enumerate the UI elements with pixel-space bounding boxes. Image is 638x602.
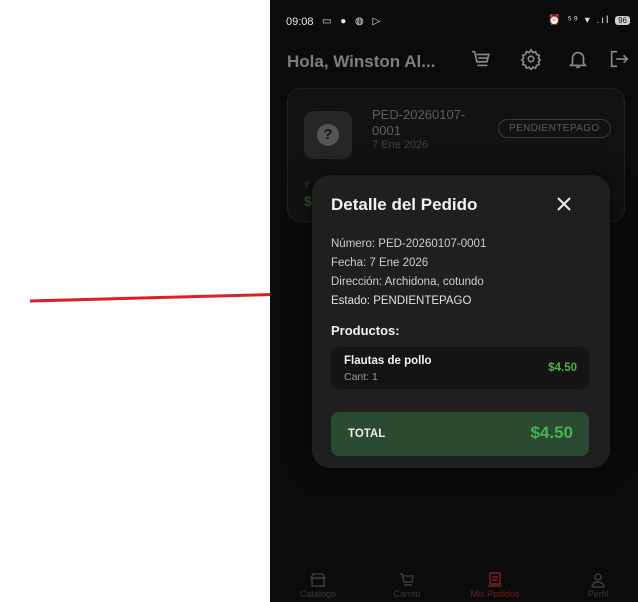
bell-icon[interactable] [567, 48, 593, 74]
cart-icon [367, 572, 447, 588]
order-total-amount: $ [304, 193, 312, 209]
status-badge: PENDIENTEPAGO [498, 119, 611, 138]
total-box: TOTAL $4.50 [331, 412, 589, 456]
nav-item-profile[interactable]: Perfil [558, 572, 638, 599]
profile-icon [558, 572, 638, 588]
logout-icon[interactable] [608, 48, 634, 74]
order-date: 7 Ene 2026 [372, 139, 429, 151]
total-label: TOTAL [348, 428, 386, 440]
signal-icons: ⏰ ⁵⁹ ▾ .ıl [548, 15, 611, 26]
close-icon[interactable] [556, 196, 574, 214]
product-price: $4.50 [548, 362, 577, 374]
modal-title: Detalle del Pedido [331, 195, 478, 214]
product-quantity: Cant: 1 [344, 371, 378, 383]
status-bar: 09:08 ▭ ● ◍ ▷ ⏰ ⁵⁹ ▾ .ıl 96 [270, 0, 638, 40]
orders-icon [455, 572, 535, 588]
order-status-icon-box: ? [304, 111, 352, 159]
phone-screen: 09:08 ▭ ● ◍ ▷ ⏰ ⁵⁹ ▾ .ıl 96 Hola, Winsto… [270, 0, 638, 602]
nav-label: Mis Pedidos [470, 589, 520, 599]
battery-icon: 96 [615, 16, 630, 25]
order-number-line: Número: PED-20260107-0001 [331, 238, 487, 250]
order-address-line: Dirección: Archidona, cotundo [331, 276, 484, 288]
notification-icons: ▭ ● ◍ ▷ [322, 16, 384, 27]
nav-label: Carrito [393, 589, 421, 599]
products-heading: Productos: [331, 323, 400, 338]
annotation-arrow [30, 290, 309, 303]
bottom-nav: Catálogo Carrito Mis Pedidos Perfil [270, 570, 638, 602]
status-time: 09:08 [286, 16, 314, 28]
system-icons: ⏰ ⁵⁹ ▾ .ıl 96 [548, 15, 630, 26]
order-date-line: Fecha: 7 Ene 2026 [331, 257, 429, 269]
order-status-line: Estado: PENDIENTEPAGO [331, 295, 472, 307]
nav-item-cart[interactable]: Carrito [367, 572, 447, 599]
app-header: Hola, Winston Al... [270, 42, 638, 82]
settings-icon[interactable] [520, 48, 546, 74]
nav-item-catalog[interactable]: Catálogo [278, 572, 358, 599]
nav-label: Catálogo [299, 589, 337, 599]
cart-icon[interactable] [470, 48, 496, 74]
product-name: Flautas de pollo [344, 355, 432, 367]
total-amount: $4.50 [530, 423, 573, 442]
store-icon [278, 572, 358, 588]
nav-item-orders[interactable]: Mis Pedidos [455, 572, 535, 599]
order-number: PED-20260107-0001 [372, 107, 466, 138]
order-detail-modal: Detalle del Pedido Número: PED-20260107-… [312, 175, 610, 468]
greeting-text: Hola, Winston Al... [287, 52, 436, 71]
question-icon: ? [317, 124, 339, 146]
nav-label: Perfil [587, 589, 609, 599]
order-total-label: T [304, 181, 310, 191]
product-item: Flautas de pollo Cant: 1 $4.50 [331, 347, 589, 389]
